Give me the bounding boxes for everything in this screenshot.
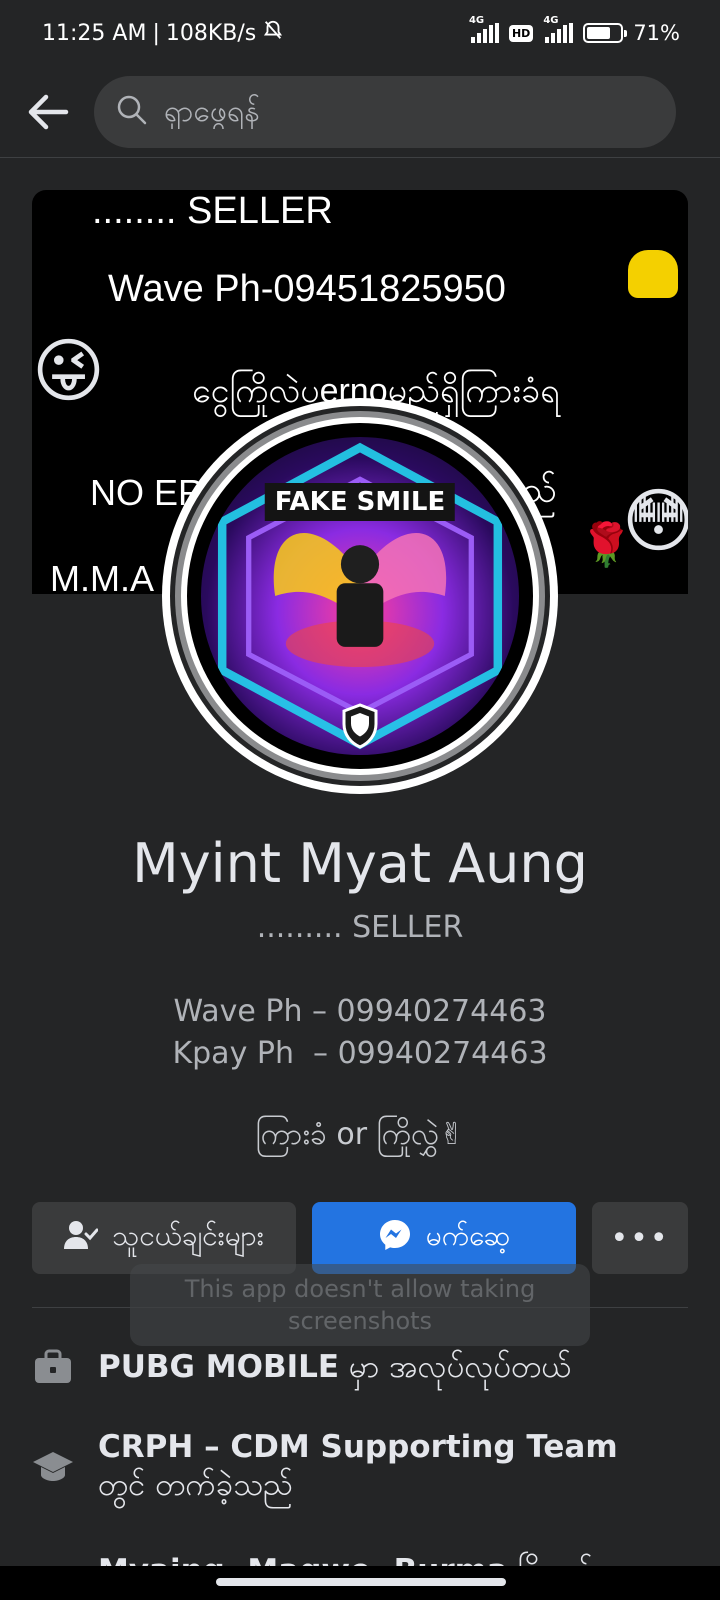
more-horizontal-icon: ••• xyxy=(610,1220,670,1256)
friends-button-label: သူငယ်ချင်းများ xyxy=(112,1219,264,1252)
back-button[interactable] xyxy=(24,88,72,136)
search-icon xyxy=(116,94,148,130)
education-text: CRPH – CDM Supporting Team တွင် တက်ခဲ့သည… xyxy=(98,1428,618,1504)
detail-education[interactable]: CRPH – CDM Supporting Team တွင် တက်ခဲ့သည… xyxy=(32,1428,688,1504)
signal-2-icon: 4G xyxy=(543,15,574,43)
education-school: CRPH – CDM Supporting Team xyxy=(98,1429,618,1465)
avatar-banner-text: FAKE SMILE xyxy=(264,483,456,521)
search-input[interactable] xyxy=(164,94,624,129)
screenshot-blocked-toast: This app doesn't allow taking screenshot… xyxy=(130,1264,590,1346)
status-speed: 108KB/s xyxy=(165,20,257,46)
person-check-icon xyxy=(64,1220,99,1257)
work-suffix: မှာ အလုပ်လုပ်တယ် xyxy=(339,1349,572,1385)
bell-muted-icon xyxy=(262,19,284,47)
status-left: 11:25 AM | 108KB/s xyxy=(42,19,284,47)
messenger-icon xyxy=(378,1218,412,1259)
message-button-label: မက်ဆေ့ xyxy=(425,1219,511,1252)
status-right: 4G HD 4G 71% xyxy=(469,15,680,45)
battery-icon xyxy=(583,23,628,43)
profile-guard-shield-icon xyxy=(340,703,380,753)
status-separator: | xyxy=(152,20,160,46)
status-time: 11:25 AM xyxy=(42,20,147,46)
search-header xyxy=(0,66,720,158)
bio-line: ......... SELLER xyxy=(256,910,464,945)
education-suffix: တွင် တက်ခဲ့သည် xyxy=(98,1467,294,1503)
bio-line: Wave Ph – 09940274463 xyxy=(173,994,547,1029)
detail-work[interactable]: PUBG MOBILE မှာ အလုပ်လုပ်တယ် xyxy=(32,1346,688,1388)
rose-icon: 🌹 xyxy=(580,520,633,569)
bio-line: Kpay Ph – 09940274463 xyxy=(172,1036,548,1071)
profile-avatar[interactable]: FAKE SMILE xyxy=(162,398,558,794)
search-box[interactable] xyxy=(94,75,676,148)
cartoon-character-icon xyxy=(628,250,678,298)
signal-icon: 4G xyxy=(469,15,499,43)
battery-percent: 71% xyxy=(633,21,680,45)
status-bar: 11:25 AM | 108KB/s 4G HD 4G 71% xyxy=(0,0,720,66)
bio-line: ကြားခံ or ကြိုလွှဲ✌ xyxy=(255,1117,465,1152)
cover-text-seller: ........ SELLER xyxy=(92,190,333,232)
hd-voice-icon: HD xyxy=(508,24,534,42)
divider xyxy=(32,1307,688,1308)
arrow-left-icon xyxy=(28,94,69,129)
home-gesture-bar[interactable] xyxy=(216,1578,506,1586)
cover-text-wave: Wave Ph-09451825950 xyxy=(108,268,506,310)
cover-text-mma: M.M.A xyxy=(50,558,154,594)
graduation-cap-icon xyxy=(32,1445,74,1487)
work-company: PUBG MOBILE xyxy=(98,1349,340,1385)
briefcase-icon xyxy=(32,1346,74,1388)
profile-name: Myint Myat Aung xyxy=(132,832,588,895)
work-text: PUBG MOBILE မှာ အလုပ်လုပ်တယ် xyxy=(98,1348,571,1386)
emoji-face-icon: 😜 xyxy=(32,330,105,412)
more-options-button[interactable]: ••• xyxy=(592,1202,688,1274)
